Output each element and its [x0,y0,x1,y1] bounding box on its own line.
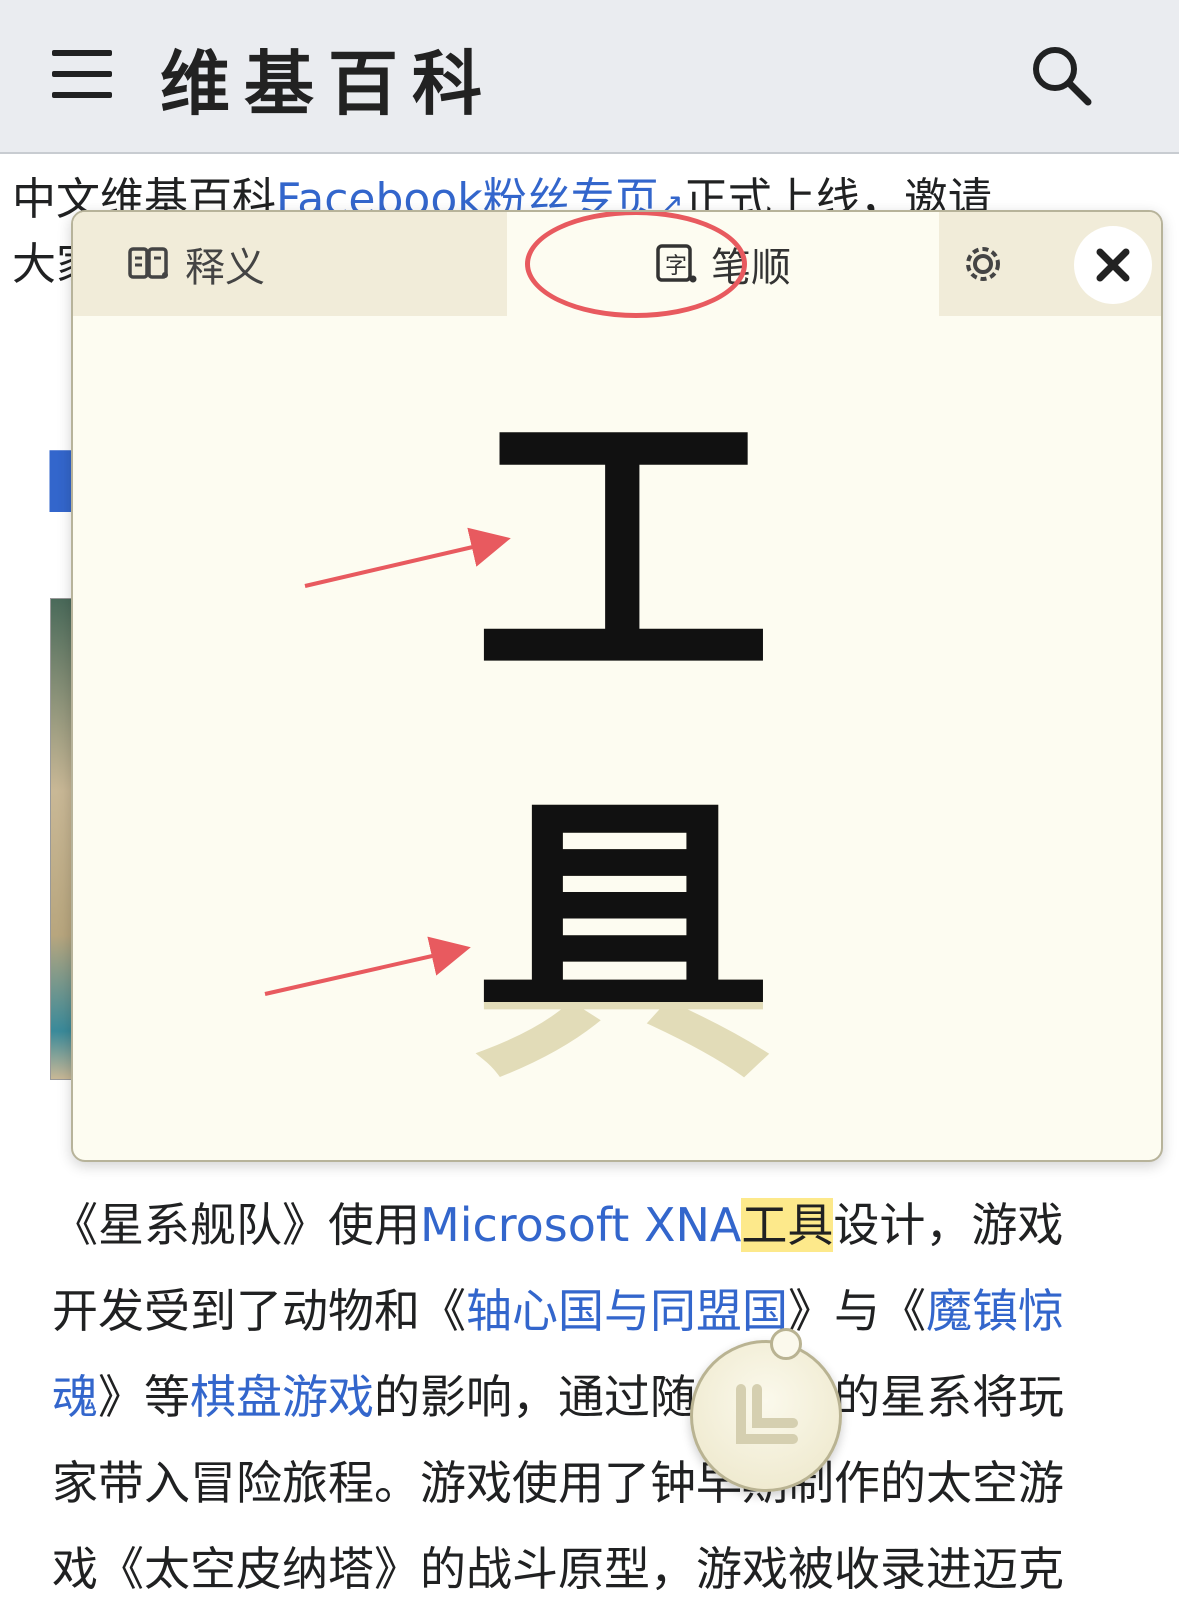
article-paragraph: 《星系舰队》使用Microsoft XNA工具设计，游戏 开发受到了动物和《轴心… [52,1198,1064,1596]
arrow-to-char1 [304,527,511,588]
dictionary-popup: 释义 字 笔顺 工 具 具 [71,210,1163,1162]
floating-assistant-bubble[interactable] [690,1340,842,1492]
annotation-arrows [264,527,511,996]
arrow-to-char2 [264,936,471,996]
microsoft-xna-link[interactable]: Microsoft XNA [420,1198,741,1252]
bubble-logo-icon [736,1384,798,1444]
menu-icon[interactable] [52,50,112,98]
betrayal-link[interactable]: 魔镇惊 [926,1284,1064,1338]
betrayal-link-cont[interactable]: 魂 [52,1370,98,1424]
search-icon[interactable] [1028,42,1094,108]
bubble-drag-handle[interactable] [770,1328,802,1360]
axis-and-allies-link[interactable]: 轴心国与同盟国 [466,1284,788,1338]
board-game-link[interactable]: 棋盘游戏 [190,1370,374,1424]
top-bar: 维基百科 [0,0,1179,154]
site-wordmark[interactable]: 维基百科 [160,28,496,129]
highlighted-term[interactable]: 工具 [741,1198,834,1252]
